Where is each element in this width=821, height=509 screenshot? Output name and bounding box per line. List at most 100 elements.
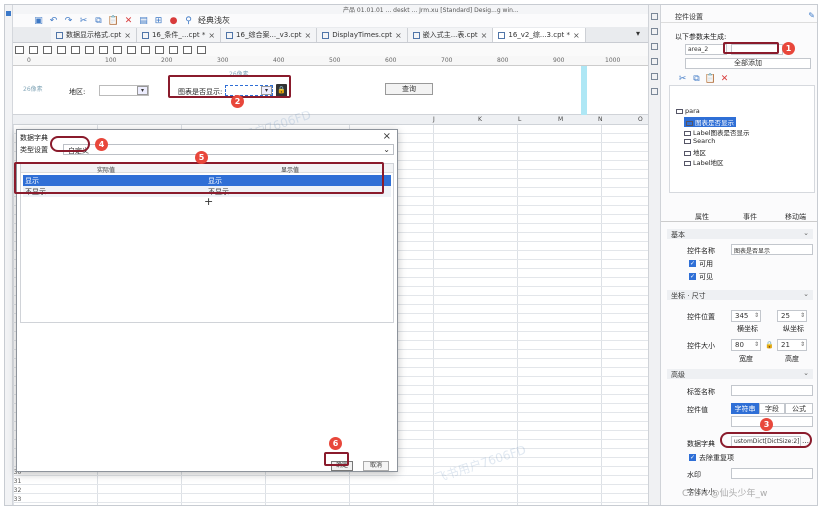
widget-icon[interactable] <box>127 45 136 54</box>
widget-icon[interactable] <box>29 45 38 54</box>
column-label: O <box>638 116 643 123</box>
redo-icon[interactable]: ↷ <box>63 15 74 26</box>
pos-x-stepper[interactable]: 345 ⇕ <box>731 310 761 322</box>
close-icon[interactable]: × <box>124 31 131 40</box>
tab-attributes[interactable]: 属性 <box>695 212 709 222</box>
save-icon[interactable]: ▣ <box>33 15 44 26</box>
title-bar: 产品 01.01.01 ... deskt ... Jrm.xu [Standa… <box>13 5 648 14</box>
query-button[interactable]: 查询 <box>385 83 433 95</box>
advanced-section[interactable]: 高级 ⌄ <box>667 369 813 379</box>
watermark-field[interactable] <box>731 468 813 479</box>
highlight-param-box <box>723 42 779 54</box>
tab-6[interactable]: 16_v2_综...3.cpt * × <box>493 28 586 42</box>
pos-y-stepper[interactable]: 25 ⇕ <box>777 310 807 322</box>
highlight-type-select <box>50 136 90 152</box>
tool-icon[interactable] <box>651 88 658 95</box>
width-stepper[interactable]: 80 ⇕ <box>731 339 761 351</box>
cancel-button[interactable]: 取消 <box>363 461 389 471</box>
tree-item-chart-toggle[interactable]: 图表是否显示 <box>684 117 736 127</box>
widget-icon[interactable] <box>99 45 108 54</box>
watermark-label: 水印 <box>687 471 701 479</box>
edit-icon[interactable]: ✎ <box>808 11 815 20</box>
ruler-tick: 1000 <box>605 57 621 64</box>
widget-icon[interactable] <box>141 45 150 54</box>
tab-3[interactable]: 16_综合案..._v3.cpt × <box>221 28 318 42</box>
value-label: 控件值 <box>687 406 708 414</box>
alert-icon[interactable]: ● <box>168 15 179 26</box>
preview-icon[interactable]: ▤ <box>138 15 149 26</box>
column-label: N <box>598 116 603 123</box>
widget-icon[interactable] <box>197 45 206 54</box>
lock-ratio-icon[interactable]: 🔒 <box>765 341 774 349</box>
close-icon[interactable]: × <box>573 31 580 40</box>
widget-name-field[interactable]: 图表是否显示 <box>731 244 813 255</box>
delete-icon[interactable]: ✕ <box>719 73 730 84</box>
close-icon[interactable]: × <box>481 31 488 40</box>
value-mode-formula[interactable]: 公式 <box>785 403 813 414</box>
close-icon[interactable]: × <box>383 131 391 142</box>
step-badge-4: 4 <box>95 138 108 151</box>
tab-mobile[interactable]: 移动端 <box>785 212 806 222</box>
tool-icon[interactable] <box>651 58 658 65</box>
row-number: 31 <box>13 478 22 485</box>
paste-icon[interactable]: 📋 <box>705 73 716 84</box>
dedupe-checkbox[interactable]: ✓ <box>689 454 696 461</box>
template-icon[interactable]: ⊞ <box>153 15 164 26</box>
close-icon[interactable]: × <box>304 31 311 40</box>
theme-label[interactable]: 经典浅灰 <box>198 15 230 26</box>
combo-icon <box>686 120 693 126</box>
undo-icon[interactable]: ↶ <box>48 15 59 26</box>
value-mode-field[interactable]: 字段 <box>759 403 785 414</box>
value-mode-string[interactable]: 字符串 <box>731 403 759 414</box>
tab-2[interactable]: 16_条件_...cpt * × <box>136 28 222 42</box>
tool-icon[interactable] <box>651 28 658 35</box>
stepper-icon: ⇕ <box>753 341 759 348</box>
widget-icon[interactable] <box>183 45 192 54</box>
coord-section[interactable]: 坐标 · 尺寸 ⌄ <box>667 290 813 300</box>
tree-item-para[interactable]: para <box>676 107 700 115</box>
widget-icon[interactable] <box>169 45 178 54</box>
tree-item-region[interactable]: 地区 <box>684 147 706 157</box>
widget-icon[interactable] <box>113 45 122 54</box>
source-watermark: CSDN @仙头少年_w <box>682 489 768 499</box>
copy-icon[interactable]: ⧉ <box>93 15 104 26</box>
widget-icon[interactable] <box>155 45 164 54</box>
widget-icon[interactable] <box>57 45 66 54</box>
type-select[interactable]: 自定义 ⌄ <box>63 144 394 155</box>
column-label: J <box>433 116 435 123</box>
widget-icon[interactable] <box>15 45 24 54</box>
tab-1[interactable]: 数据显示格式.cpt × <box>51 28 137 42</box>
cut-icon[interactable]: ✂ <box>78 15 89 26</box>
column-label: M <box>558 116 564 123</box>
cut-icon[interactable]: ✂ <box>677 73 688 84</box>
tab-menu-icon[interactable]: ▾ <box>636 29 640 38</box>
visible-checkbox[interactable]: ✓ <box>689 273 696 280</box>
dropdown-icon[interactable]: ▾ <box>137 86 148 95</box>
delete-icon[interactable]: ✕ <box>123 15 134 26</box>
tool-icon[interactable] <box>651 13 658 20</box>
add-all-button[interactable]: 全部添加 <box>685 58 811 69</box>
close-icon[interactable]: × <box>395 31 402 40</box>
widget-icon[interactable] <box>85 45 94 54</box>
add-row-button[interactable]: + <box>204 195 213 208</box>
paste-icon[interactable]: 📋 <box>108 15 119 26</box>
ruler-tick: 900 <box>553 57 565 64</box>
tab-events[interactable]: 事件 <box>743 212 757 222</box>
tree-item-search[interactable]: Search <box>684 137 715 145</box>
height-stepper[interactable]: 21 ⇕ <box>777 339 807 351</box>
close-icon[interactable]: × <box>208 31 215 40</box>
enabled-checkbox[interactable]: ✓ <box>689 260 696 267</box>
ruler-tick: 600 <box>385 57 397 64</box>
tag-field[interactable] <box>731 385 813 396</box>
tool-icon[interactable] <box>651 73 658 80</box>
widget-icon[interactable] <box>43 45 52 54</box>
tab-5[interactable]: 嵌入式主...表.cpt × <box>407 28 494 42</box>
tool-icon[interactable] <box>651 43 658 50</box>
theme-icon[interactable]: ⚲ <box>183 15 194 26</box>
basic-section[interactable]: 基本 ⌄ <box>667 229 813 239</box>
tree-item-region-label[interactable]: Label地区 <box>684 157 724 167</box>
copy-icon[interactable]: ⧉ <box>691 73 702 84</box>
tree-item-label[interactable]: Label图表是否显示 <box>684 127 750 137</box>
tab-4[interactable]: DisplayTimes.cpt × <box>317 28 408 42</box>
widget-icon[interactable] <box>71 45 80 54</box>
